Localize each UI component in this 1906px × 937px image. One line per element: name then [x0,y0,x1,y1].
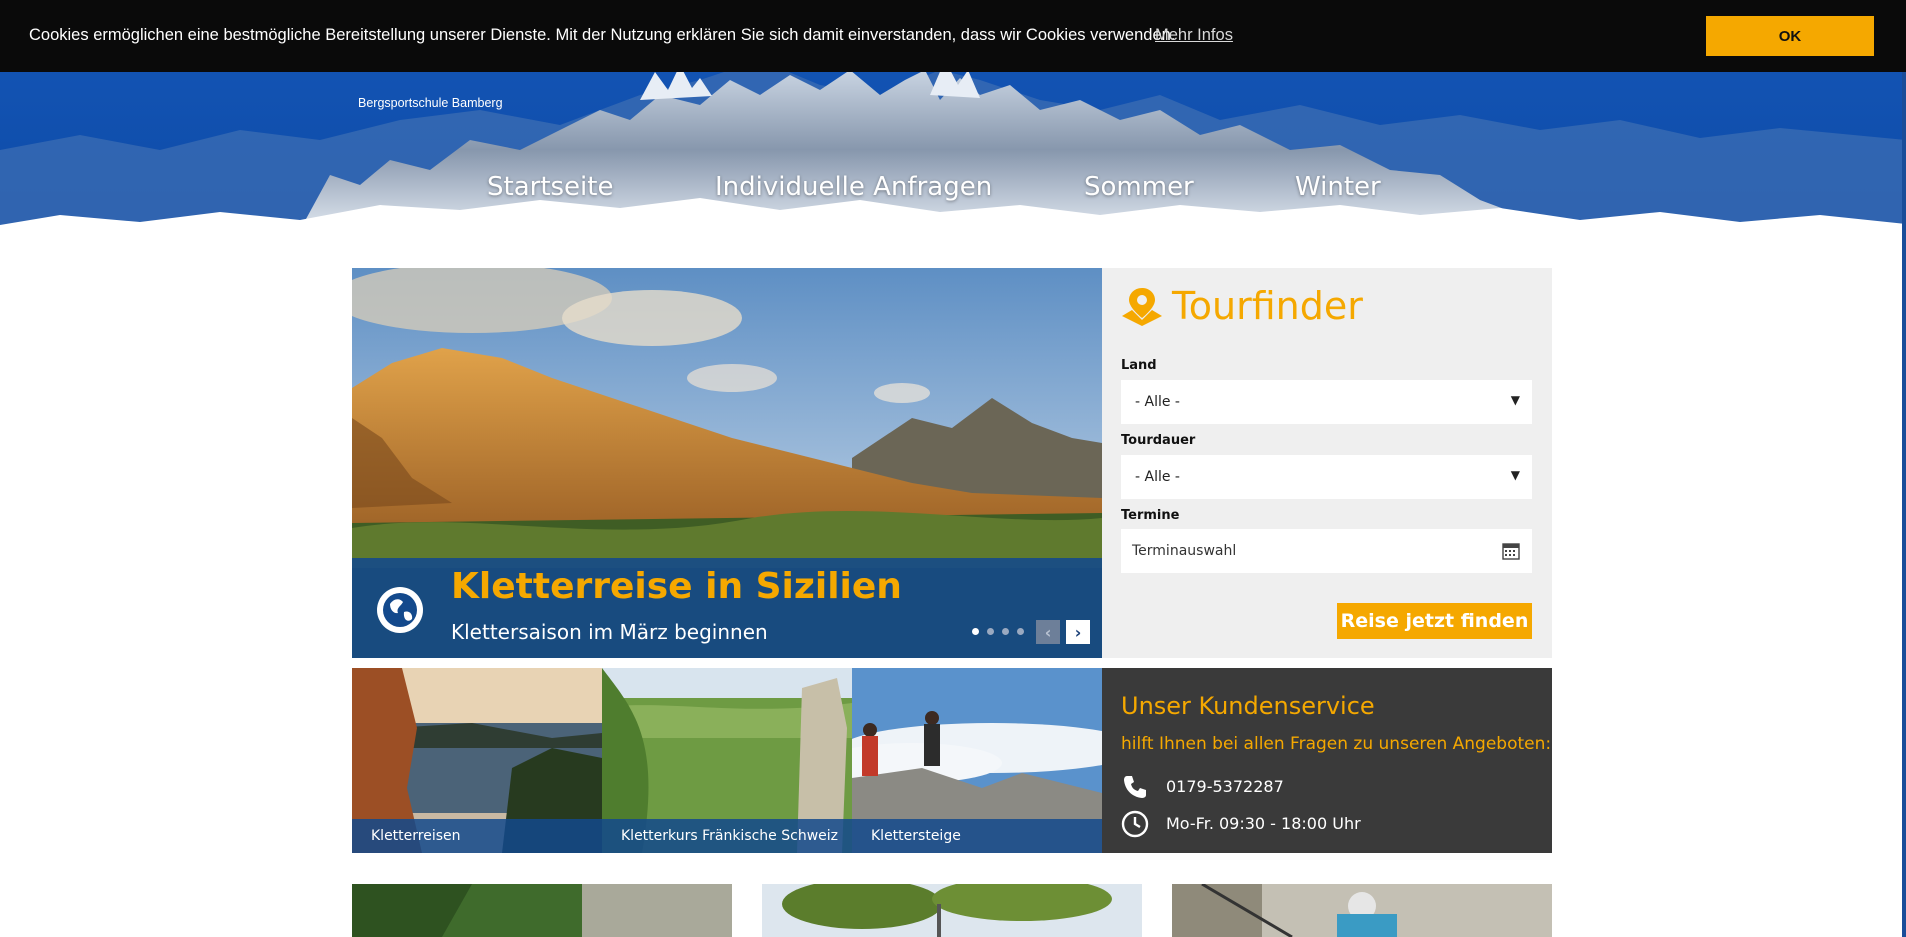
thumb-label: Kletterreisen [352,819,602,853]
tourdauer-select-value: - Alle - [1135,469,1180,485]
page-scrollbar[interactable] [1902,0,1906,937]
find-tour-button[interactable]: Reise jetzt finden [1337,603,1532,639]
teaser-image-forest [352,884,732,937]
cookie-bar: Cookies ermöglichen eine bestmögliche Be… [0,0,1906,72]
slide-prev-button[interactable]: ‹ [1036,620,1060,644]
teaser-tile-1[interactable] [352,884,732,937]
teaser-tile-2[interactable] [762,884,1142,937]
thumb-kletterreisen[interactable]: Kletterreisen [352,668,602,853]
slide-caption: Kletterreise in Sizilien Klettersaison i… [352,558,1102,658]
slide-dot-2[interactable] [987,628,994,635]
hero-slider[interactable]: Kletterreise in Sizilien Klettersaison i… [352,268,1102,658]
service-phone[interactable]: 0179-5372287 [1166,777,1284,796]
land-label: Land [1121,358,1157,373]
tourdauer-select[interactable]: - Alle - ▼ [1121,455,1532,499]
land-select-value: - Alle - [1135,394,1180,410]
cookie-text: Cookies ermöglichen eine bestmögliche Be… [29,26,1176,44]
chevron-left-icon: ‹ [1044,622,1052,642]
slide-dot-4[interactable] [1017,628,1024,635]
service-title: Unser Kundenservice [1121,692,1375,720]
customer-service-panel: Unser Kundenservice hilft Ihnen bei alle… [1102,668,1552,853]
logo-subtitle: Bergsportschule Bamberg [358,96,503,110]
chevron-down-icon: ▼ [1510,393,1520,407]
slide-title: Kletterreise in Sizilien [451,566,902,607]
slide-dot-1[interactable] [972,628,979,635]
tourfinder-title: Tourfinder [1172,284,1363,328]
cookie-ok-button[interactable]: OK [1706,16,1874,56]
nav-sommer[interactable]: Sommer [1084,172,1194,202]
phone-icon [1124,776,1146,798]
page: Pro Alpin Bergsportschule Bamberg Starts… [0,0,1906,937]
nav-startseite[interactable]: Startseite [487,172,613,202]
slide-subtitle: Klettersaison im März beginnen [451,620,768,644]
thumb-label: Kletterkurs Fränkische Schweiz [602,819,852,853]
globe-icon [377,587,423,633]
thumb-kletterkurs[interactable]: Kletterkurs Fränkische Schweiz [602,668,852,853]
chevron-down-icon: ▼ [1510,468,1520,482]
termine-input[interactable]: Terminauswahl [1121,529,1532,573]
termine-placeholder: Terminauswahl [1132,543,1237,559]
tourdauer-label: Tourdauer [1121,433,1196,448]
thumb-klettersteige[interactable]: Klettersteige [852,668,1102,853]
slide-pagination [972,628,1024,635]
thumb-label: Klettersteige [852,819,1102,853]
teaser-image-climber [1172,884,1552,937]
service-hours: Mo-Fr. 09:30 - 18:00 Uhr [1166,814,1361,833]
termine-label: Termine [1121,508,1180,523]
slide-next-button[interactable]: › [1066,620,1090,644]
clock-icon [1121,810,1149,838]
service-subtitle: hilft Ihnen bei allen Fragen zu unseren … [1121,734,1552,754]
teaser-image-trees [762,884,1142,937]
chevron-right-icon: › [1074,622,1082,642]
map-pin-icon [1122,288,1162,326]
teaser-tile-3[interactable] [1172,884,1552,937]
nav-winter[interactable]: Winter [1295,172,1381,202]
land-select[interactable]: - Alle - ▼ [1121,380,1532,424]
calendar-icon[interactable] [1502,542,1520,560]
tourfinder-panel: Tourfinder Land - Alle - ▼ Tourdauer - A… [1102,268,1552,658]
nav-individuelle-anfragen[interactable]: Individuelle Anfragen [715,172,992,202]
cookie-more-info-link[interactable]: Mehr Infos [1155,26,1233,45]
slide-dot-3[interactable] [1002,628,1009,635]
